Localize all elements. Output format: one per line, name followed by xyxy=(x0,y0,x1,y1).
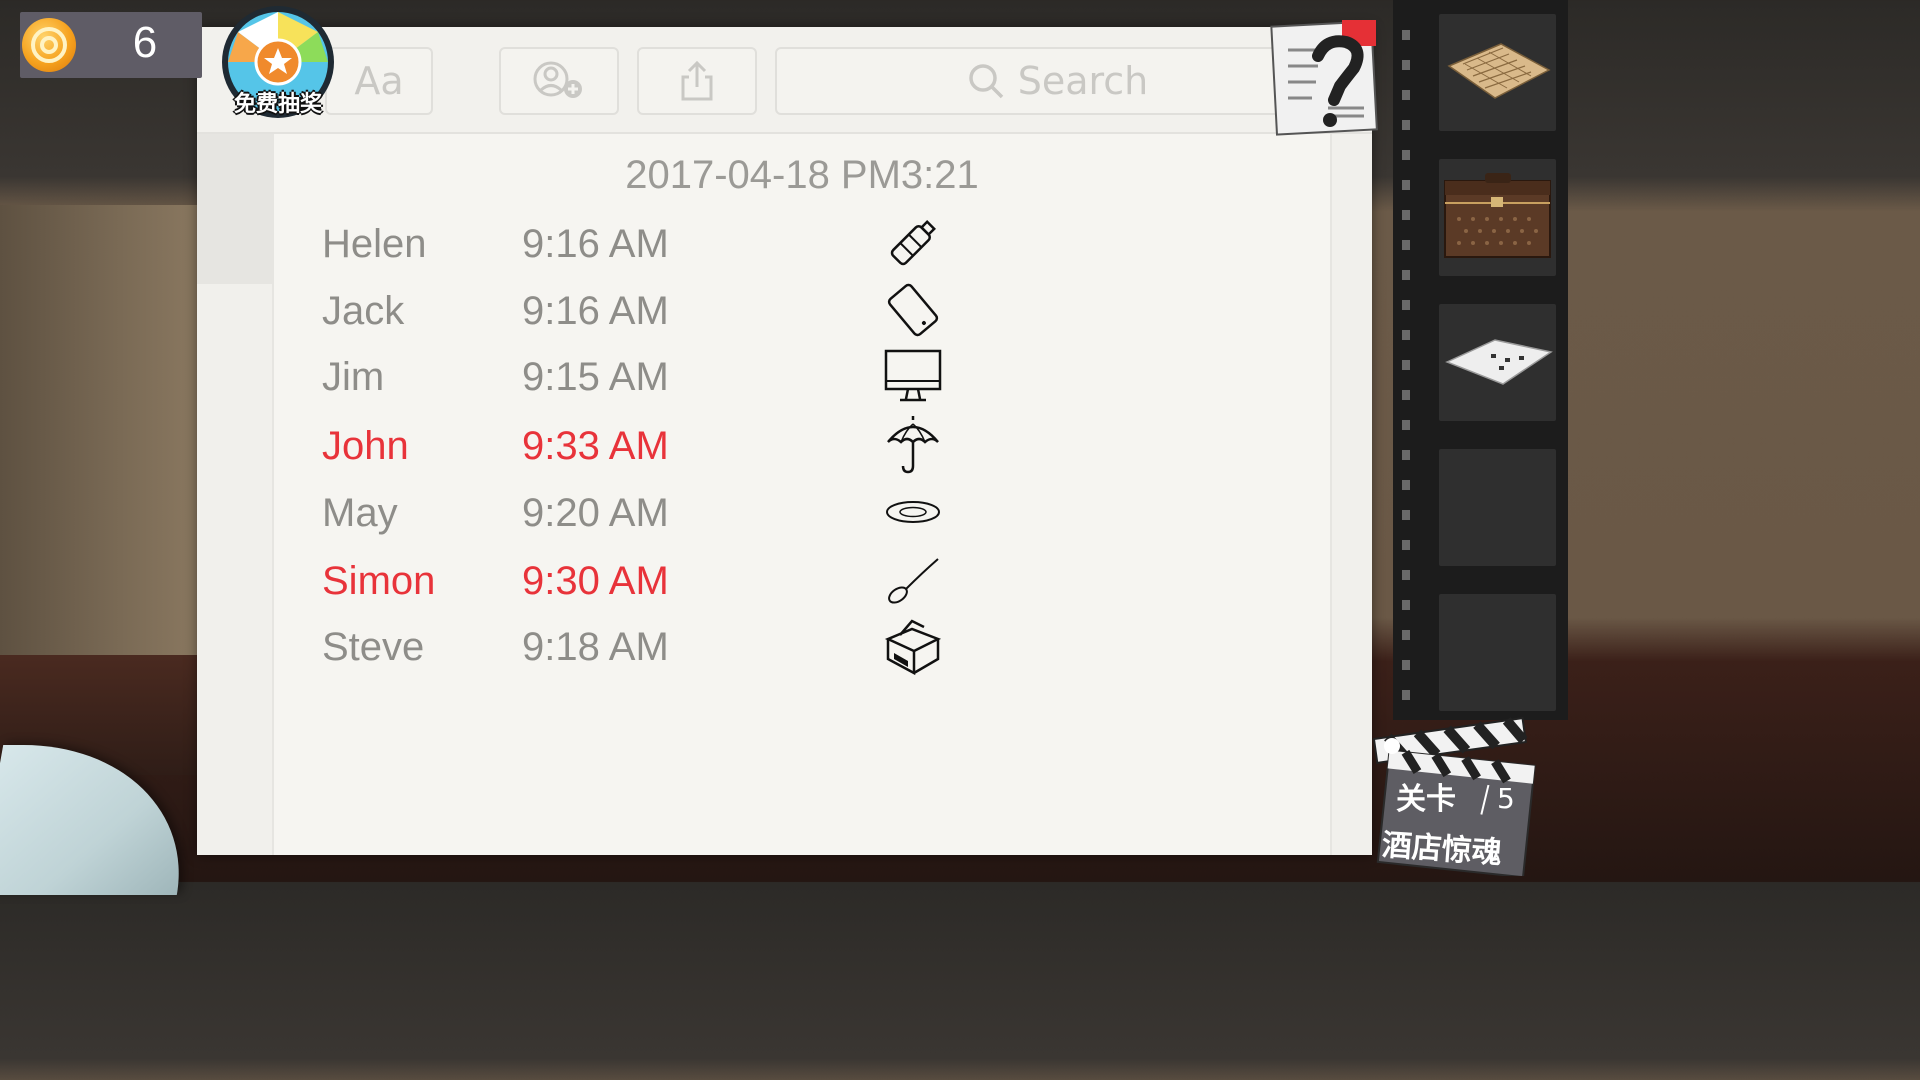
film-hole xyxy=(1402,510,1410,520)
hint-button[interactable] xyxy=(1268,16,1380,136)
level-number: 5 xyxy=(1497,782,1515,815)
film-hole xyxy=(1402,570,1410,580)
film-hole xyxy=(1402,210,1410,220)
film-hole xyxy=(1402,540,1410,550)
note-date: 2017-04-18 PM3:21 xyxy=(625,153,979,197)
entry-name: Steve xyxy=(322,625,425,669)
entry-time: 9:30 AM xyxy=(522,559,669,603)
entry-name: Jim xyxy=(322,355,385,399)
level-label: 关卡 xyxy=(1396,782,1456,817)
entry-name: Jack xyxy=(322,289,405,333)
search-icon xyxy=(968,64,1003,99)
font-button[interactable]: Aa xyxy=(325,47,433,115)
free-lottery-button[interactable]: 免费抽奖 xyxy=(218,6,338,124)
inventory-slot-3[interactable] xyxy=(1439,304,1556,421)
film-hole xyxy=(1402,450,1410,460)
background-wall xyxy=(0,205,200,655)
spoon-icon xyxy=(882,549,952,611)
plate-icon xyxy=(882,481,952,543)
film-hole xyxy=(1402,240,1410,250)
film-hole xyxy=(1402,150,1410,160)
note-entry-helen: Helen 9:16 AM xyxy=(322,212,1022,272)
note-entry-jim: Jim 9:15 AM xyxy=(322,345,1022,405)
entry-time: 9:16 AM xyxy=(522,222,669,266)
coin-count: 6 xyxy=(132,18,158,67)
paper-map-icon xyxy=(1447,43,1551,99)
bottle-icon xyxy=(882,212,952,274)
film-hole xyxy=(1402,690,1410,700)
add-person-icon xyxy=(533,61,582,98)
level-title: 酒店惊魂 xyxy=(1380,827,1503,872)
film-hole xyxy=(1402,480,1410,490)
search-placeholder: Search xyxy=(1017,59,1149,103)
add-person-button[interactable] xyxy=(499,47,619,115)
entry-name: May xyxy=(322,491,398,535)
entry-time: 9:16 AM xyxy=(522,289,669,333)
film-hole xyxy=(1402,420,1410,430)
note-entry-john: John 9:33 AM xyxy=(322,414,1022,474)
monitor-icon xyxy=(882,345,952,407)
film-hole xyxy=(1402,180,1410,190)
inventory-slot-2[interactable] xyxy=(1439,159,1556,276)
share-button[interactable] xyxy=(637,47,757,115)
inventory-slot-1[interactable] xyxy=(1439,14,1556,131)
entry-name: Simon xyxy=(322,559,436,603)
film-hole xyxy=(1402,300,1410,310)
umbrella-icon xyxy=(882,414,952,476)
entry-name: Helen xyxy=(322,222,427,266)
entry-time: 9:20 AM xyxy=(522,491,669,535)
film-hole xyxy=(1402,60,1410,70)
notes-toolbar: Aa Search xyxy=(197,27,1372,134)
film-hole xyxy=(1402,30,1410,40)
phone-icon xyxy=(882,279,952,341)
coin-icon xyxy=(22,18,76,72)
note-entry-jack: Jack 9:16 AM xyxy=(322,279,1022,339)
paper-card-icon xyxy=(1445,339,1553,385)
film-hole xyxy=(1402,330,1410,340)
inventory-slot-5[interactable] xyxy=(1439,594,1556,711)
selected-note-item[interactable] xyxy=(197,134,272,284)
inventory-slot-4[interactable] xyxy=(1439,449,1556,566)
note-entry-simon: Simon 9:30 AM xyxy=(322,549,1022,609)
film-hole xyxy=(1402,270,1410,280)
box-icon xyxy=(882,615,952,677)
note-entry-may: May 9:20 AM xyxy=(322,481,1022,541)
lottery-label: 免费抽奖 xyxy=(233,92,322,117)
film-hole xyxy=(1402,390,1410,400)
hint-notepad-icon xyxy=(1270,20,1378,136)
film-hole xyxy=(1402,660,1410,670)
coin-counter: 6 xyxy=(20,12,202,78)
search-field[interactable]: Search xyxy=(775,47,1339,115)
entry-name: John xyxy=(322,424,409,468)
film-hole xyxy=(1402,360,1410,370)
notes-right-border xyxy=(1330,134,1372,855)
film-hole xyxy=(1402,90,1410,100)
font-button-label: Aa xyxy=(354,59,404,103)
entry-time: 9:33 AM xyxy=(522,424,669,468)
film-hole xyxy=(1402,120,1410,130)
film-hole xyxy=(1402,630,1410,640)
entry-time: 9:15 AM xyxy=(522,355,669,399)
entry-time: 9:18 AM xyxy=(522,625,669,669)
notes-sidebar xyxy=(197,134,274,855)
suitcase-icon xyxy=(1444,173,1551,258)
notes-panel: Aa Search 2017-04-18 PM3:21 Helen 9:16 A… xyxy=(197,27,1372,855)
share-icon xyxy=(681,60,713,101)
note-entry-steve: Steve 9:18 AM xyxy=(322,615,1022,677)
film-hole xyxy=(1402,600,1410,610)
